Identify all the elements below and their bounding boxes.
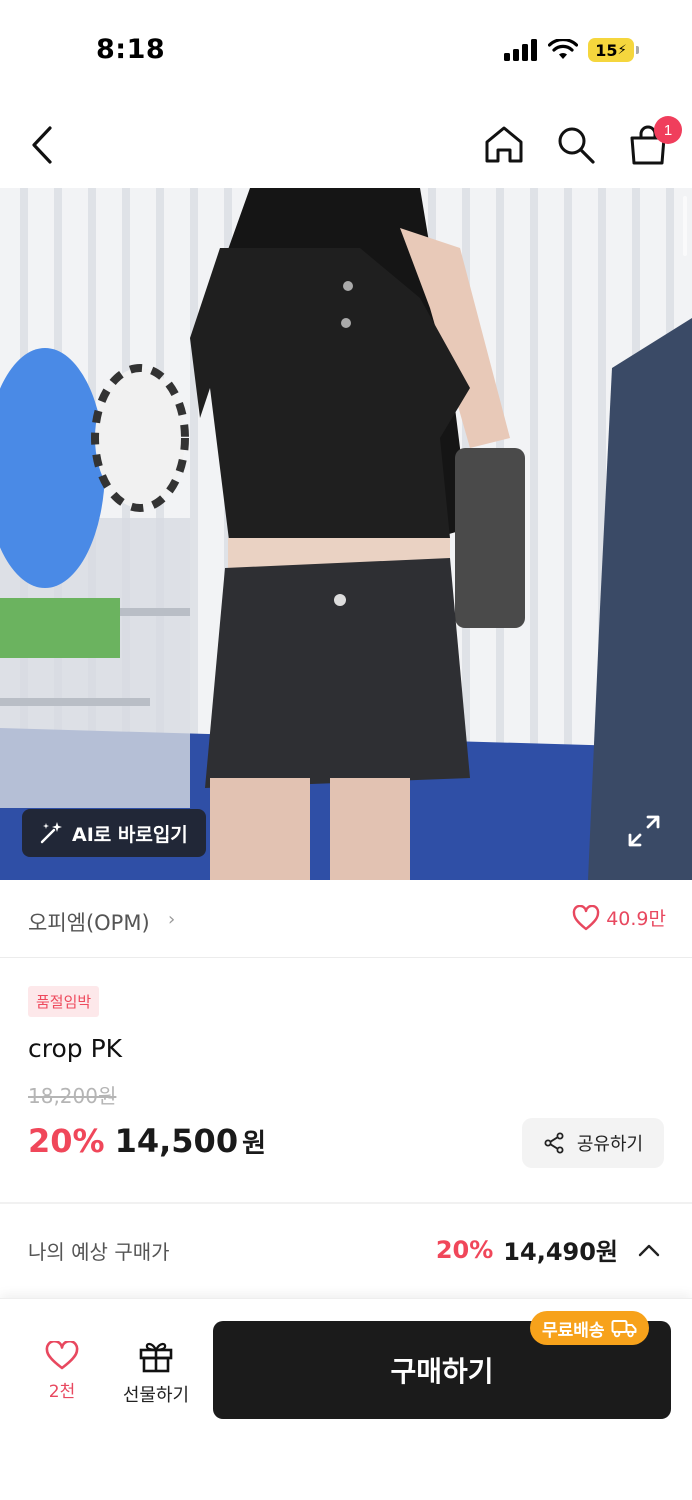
currency-unit: 원 xyxy=(242,1129,266,1159)
chevron-left-icon xyxy=(32,126,52,164)
chevron-up-icon xyxy=(638,1244,660,1256)
top-nav: 1 xyxy=(0,100,692,188)
discount-rate: 20% xyxy=(28,1122,105,1160)
expected-discount: 20% xyxy=(435,1235,494,1264)
truck-icon xyxy=(611,1320,637,1338)
back-button[interactable] xyxy=(18,120,66,170)
gift-icon xyxy=(139,1342,173,1373)
status-icons: 15 ⚡ xyxy=(504,38,639,62)
expand-image-button[interactable] xyxy=(626,813,662,849)
ai-tryon-button[interactable]: AI로 바로입기 xyxy=(22,809,206,857)
image-scrollbar[interactable] xyxy=(683,196,687,256)
charging-icon: ⚡ xyxy=(617,42,627,58)
brand-link[interactable]: 오피엠(OPM) xyxy=(28,907,150,937)
battery-indicator: 15 ⚡ xyxy=(588,38,639,62)
brand-like-button[interactable]: 40.9만 xyxy=(572,904,666,931)
product-title: crop PK xyxy=(28,1034,123,1063)
expand-icon xyxy=(628,815,660,847)
heart-outline-icon xyxy=(45,1341,79,1370)
status-bar: 8:18 15 ⚡ xyxy=(0,0,692,100)
sale-price: 14,500 xyxy=(114,1122,239,1160)
bottom-action-bar: 2천 선물하기 구매하기 무료배송 xyxy=(0,1298,692,1500)
chevron-right-icon: › xyxy=(168,909,176,930)
sparkle-wand-icon xyxy=(40,822,62,844)
heart-outline-icon xyxy=(572,904,600,930)
free-shipping-badge: 무료배송 xyxy=(530,1311,649,1345)
battery-level: 15 xyxy=(595,40,618,60)
section-divider xyxy=(0,1202,692,1204)
share-label: 공유하기 xyxy=(576,1134,644,1155)
product-photo xyxy=(0,188,692,880)
product-image[interactable]: AI로 바로입기 xyxy=(0,188,692,880)
expected-price-row: 나의 예상 구매가 20% 14,490원 xyxy=(0,1206,692,1292)
expected-price-toggle[interactable]: 20% 14,490원 xyxy=(436,1232,660,1267)
ai-tryon-label: AI로 바로입기 xyxy=(72,823,188,846)
cart-count-badge: 1 xyxy=(654,116,682,144)
free-shipping-label: 무료배송 xyxy=(542,1320,605,1341)
cart-button[interactable]: 1 xyxy=(626,116,682,170)
expected-price-label: 나의 예상 구매가 xyxy=(28,1240,170,1264)
gift-label: 선물하기 xyxy=(122,1385,190,1406)
wishlist-count: 2천 xyxy=(48,1382,76,1402)
signal-icon xyxy=(504,39,537,61)
home-icon xyxy=(485,126,523,163)
share-button[interactable]: 공유하기 xyxy=(522,1118,664,1168)
search-button[interactable] xyxy=(554,120,598,170)
status-time: 8:18 xyxy=(96,34,166,65)
status-badge: 품절임박 xyxy=(28,986,100,1017)
price-row: 20% 14,500 원 xyxy=(28,1122,266,1160)
original-price: 18,200원 xyxy=(28,1084,117,1108)
brand-like-count: 40.9만 xyxy=(606,908,666,930)
nav-actions: 1 xyxy=(482,116,682,170)
home-button[interactable] xyxy=(482,120,526,170)
brand-row: 오피엠(OPM) › 40.9만 xyxy=(0,880,692,958)
search-icon xyxy=(558,127,595,164)
share-icon xyxy=(544,1132,564,1154)
gift-button[interactable]: 선물하기 xyxy=(116,1339,196,1407)
expected-price: 14,490원 xyxy=(503,1238,618,1266)
wishlist-button[interactable]: 2천 xyxy=(30,1341,94,1402)
wifi-icon xyxy=(548,39,578,59)
